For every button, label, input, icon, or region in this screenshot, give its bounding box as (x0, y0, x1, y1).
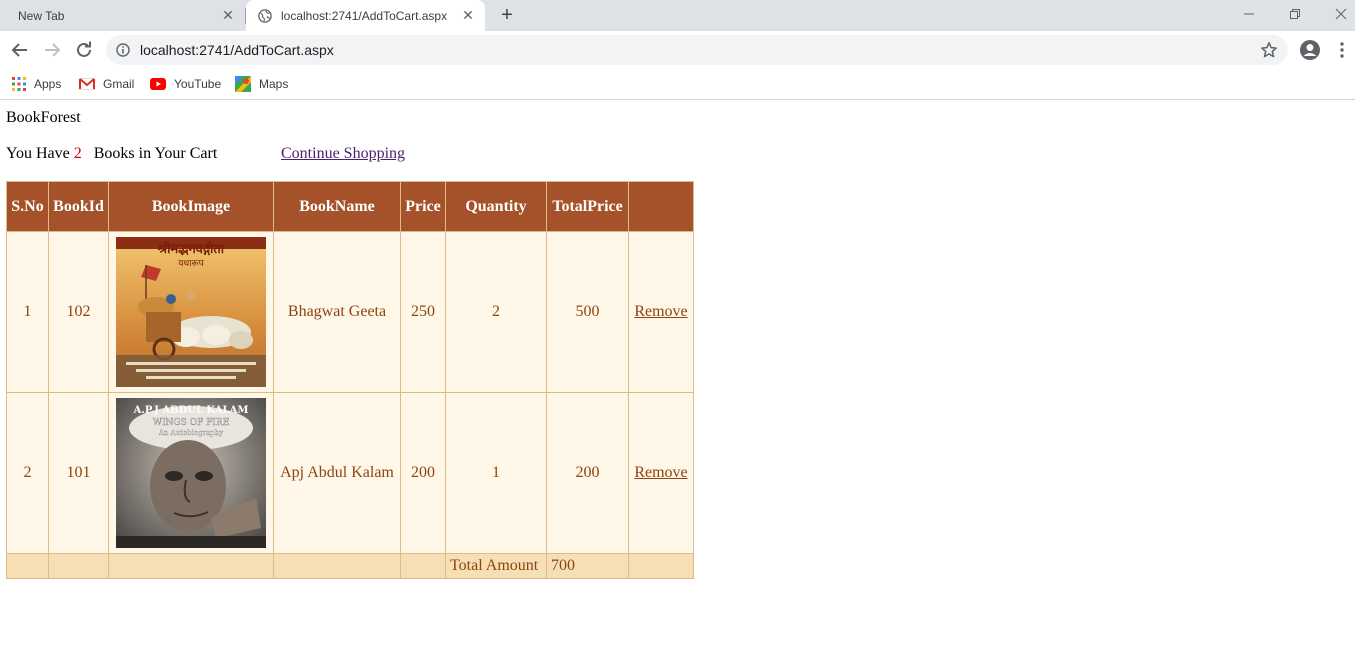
footer-empty (628, 553, 694, 579)
close-icon (1335, 8, 1346, 20)
youtube-icon (150, 78, 166, 90)
header-bookname: BookName (273, 181, 401, 232)
header-quantity: Quantity (445, 181, 547, 232)
continue-shopping-link[interactable]: Continue Shopping (281, 145, 405, 163)
window-close-button[interactable] (1318, 0, 1355, 28)
cart-table: S.No BookId BookImage BookName Price Qua… (6, 181, 694, 579)
forward-button[interactable] (41, 39, 63, 61)
bookmark-label: YouTube (174, 77, 222, 91)
minimize-button[interactable] (1226, 0, 1271, 28)
browser-toolbar: localhost:2741/AddToCart.aspx (0, 31, 1355, 69)
bookmark-label: Maps (259, 77, 289, 91)
bookmark-gmail[interactable]: Gmail (79, 74, 134, 94)
footer-empty (48, 553, 109, 579)
cell-bookname: Apj Abdul Kalam (273, 392, 401, 554)
gmail-icon (79, 78, 95, 90)
cell-bookid: 101 (48, 392, 109, 554)
bookmark-maps[interactable]: Maps (235, 74, 288, 94)
cell-price: 200 (400, 392, 446, 554)
close-icon[interactable]: ✕ (461, 8, 475, 22)
cover-subtitle: यथारूप (178, 259, 204, 269)
profile-icon[interactable] (1299, 39, 1321, 61)
cart-summary: You Have 2 Books in Your Cart Continue S… (6, 145, 405, 163)
header-sno: S.No (6, 181, 49, 232)
remove-link[interactable]: Remove (634, 464, 687, 481)
reload-icon (77, 41, 91, 57)
header-action (628, 181, 694, 232)
header-totalprice: TotalPrice (546, 181, 629, 232)
footer-empty (400, 553, 446, 579)
table-row: 1 102 श्रीमद्भगवद्गीता यथारूप Bhagwat Ge… (6, 231, 694, 393)
url-text[interactable]: localhost:2741/AddToCart.aspx (140, 42, 334, 58)
cell-sno: 1 (6, 231, 49, 393)
star-icon[interactable] (1260, 41, 1278, 59)
book-cover-image: A.P.J ABDUL KALAM WINGS OF FIRE An Autob… (116, 398, 266, 548)
header-bookimage: BookImage (108, 181, 274, 232)
new-tab-button[interactable]: + (497, 5, 517, 26)
cart-suffix: Books in Your Cart (93, 145, 218, 162)
table-row: 2 101 A.P.J ABDUL KALAM WINGS OF FIRE An… (6, 392, 694, 554)
kebab-menu-icon[interactable] (1334, 40, 1350, 60)
arrow-right-icon (45, 43, 61, 57)
cell-price: 250 (400, 231, 446, 393)
cell-quantity: 1 (445, 392, 547, 554)
table-footer-row: Total Amount 700 (6, 553, 694, 579)
cart-prefix: You Have (6, 145, 70, 162)
address-bar[interactable]: localhost:2741/AddToCart.aspx (106, 35, 1288, 65)
header-bookid: BookId (48, 181, 109, 232)
site-brand: BookForest (6, 109, 81, 126)
bookmark-label: Apps (34, 77, 62, 91)
bookmark-youtube[interactable]: YouTube (150, 74, 221, 94)
remove-link[interactable]: Remove (634, 303, 687, 320)
cover-author: A.P.J ABDUL KALAM (133, 405, 249, 416)
footer-empty (108, 553, 274, 579)
page-content: BookForest You Have 2 Books in Your Cart… (0, 101, 1355, 645)
close-icon[interactable]: ✕ (221, 8, 235, 22)
cell-bookname: Bhagwat Geeta (273, 231, 401, 393)
cart-count: 2 (73, 145, 82, 162)
tab-title: localhost:2741/AddToCart.aspx (281, 8, 448, 23)
globe-icon (258, 8, 272, 23)
restore-icon (1289, 9, 1300, 19)
table-header-row: S.No BookId BookImage BookName Price Qua… (6, 181, 694, 232)
cell-quantity: 2 (445, 231, 547, 393)
cover-subtitle: An Autobiography (158, 429, 223, 437)
cell-totalprice: 200 (546, 392, 629, 554)
maps-icon (235, 76, 251, 92)
reload-button[interactable] (73, 39, 95, 61)
back-button[interactable] (9, 39, 31, 61)
tab-title: New Tab (18, 8, 65, 23)
tab-strip: New Tab ✕ localhost:2741/AddToCart.aspx … (0, 0, 1355, 31)
cell-action: Remove (628, 392, 694, 554)
footer-empty (6, 553, 49, 579)
cell-bookid: 102 (48, 231, 109, 393)
restore-button[interactable] (1272, 0, 1317, 28)
cell-bookimage: A.P.J ABDUL KALAM WINGS OF FIRE An Autob… (108, 392, 274, 554)
bookmark-apps[interactable]: Apps (12, 74, 61, 94)
info-icon[interactable] (116, 43, 130, 57)
cover-title: WINGS OF FIRE (153, 418, 230, 428)
tab-new-tab[interactable]: New Tab ✕ (0, 0, 245, 31)
arrow-left-icon (11, 43, 27, 57)
apps-grid-icon (12, 77, 26, 91)
cell-bookimage: श्रीमद्भगवद्गीता यथारूप (108, 231, 274, 393)
book-cover-image: श्रीमद्भगवद्गीता यथारूप (116, 237, 266, 387)
bookmark-label: Gmail (103, 77, 135, 91)
header-price: Price (400, 181, 446, 232)
cell-totalprice: 500 (546, 231, 629, 393)
footer-empty (273, 553, 401, 579)
tab-addtocart[interactable]: localhost:2741/AddToCart.aspx ✕ (246, 0, 485, 31)
minimize-icon (1243, 13, 1254, 15)
cell-action: Remove (628, 231, 694, 393)
cover-title: श्रीमद्भगवद्गीता (157, 241, 225, 257)
cell-sno: 2 (6, 392, 49, 554)
total-amount-label: Total Amount (445, 553, 547, 579)
bookmarks-bar: Apps Gmail YouTube Maps (0, 69, 1355, 100)
total-amount-value: 700 (546, 553, 629, 579)
